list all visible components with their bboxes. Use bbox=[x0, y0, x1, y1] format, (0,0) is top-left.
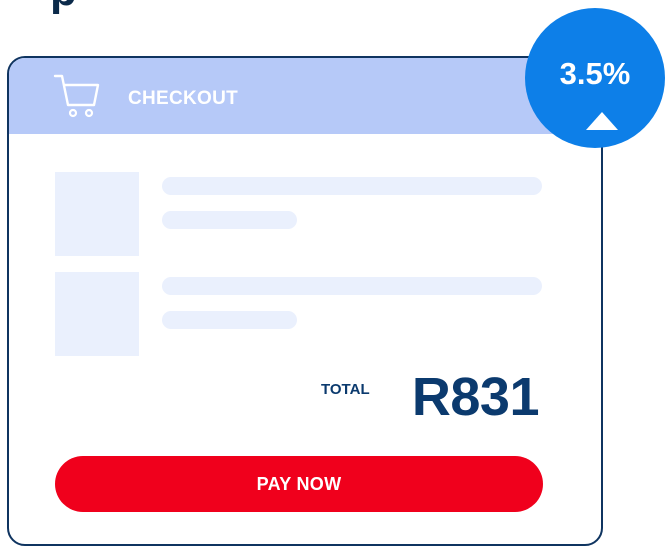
item-thumbnail bbox=[55, 272, 139, 356]
checkout-header: CHECKOUT bbox=[9, 58, 601, 134]
pay-now-button[interactable]: PAY NOW bbox=[55, 456, 543, 512]
item-subtitle-placeholder bbox=[162, 311, 297, 329]
item-subtitle-placeholder bbox=[162, 211, 297, 229]
item-title-placeholder bbox=[162, 177, 542, 195]
cart-icon bbox=[53, 74, 100, 118]
item-title-placeholder bbox=[162, 277, 542, 295]
arrow-up-icon bbox=[586, 112, 618, 130]
total-label: TOTAL bbox=[321, 381, 370, 398]
change-percent: 3.5% bbox=[559, 56, 631, 91]
item-thumbnail bbox=[55, 172, 139, 256]
total-amount: R831 bbox=[411, 367, 540, 427]
cropped-heading-fragment: p bbox=[50, 0, 77, 16]
change-badge: 3.5% bbox=[525, 8, 665, 148]
checkout-card: CHECKOUT TOTAL R831 PAY NOW bbox=[7, 56, 603, 546]
checkout-title: CHECKOUT bbox=[128, 88, 239, 109]
